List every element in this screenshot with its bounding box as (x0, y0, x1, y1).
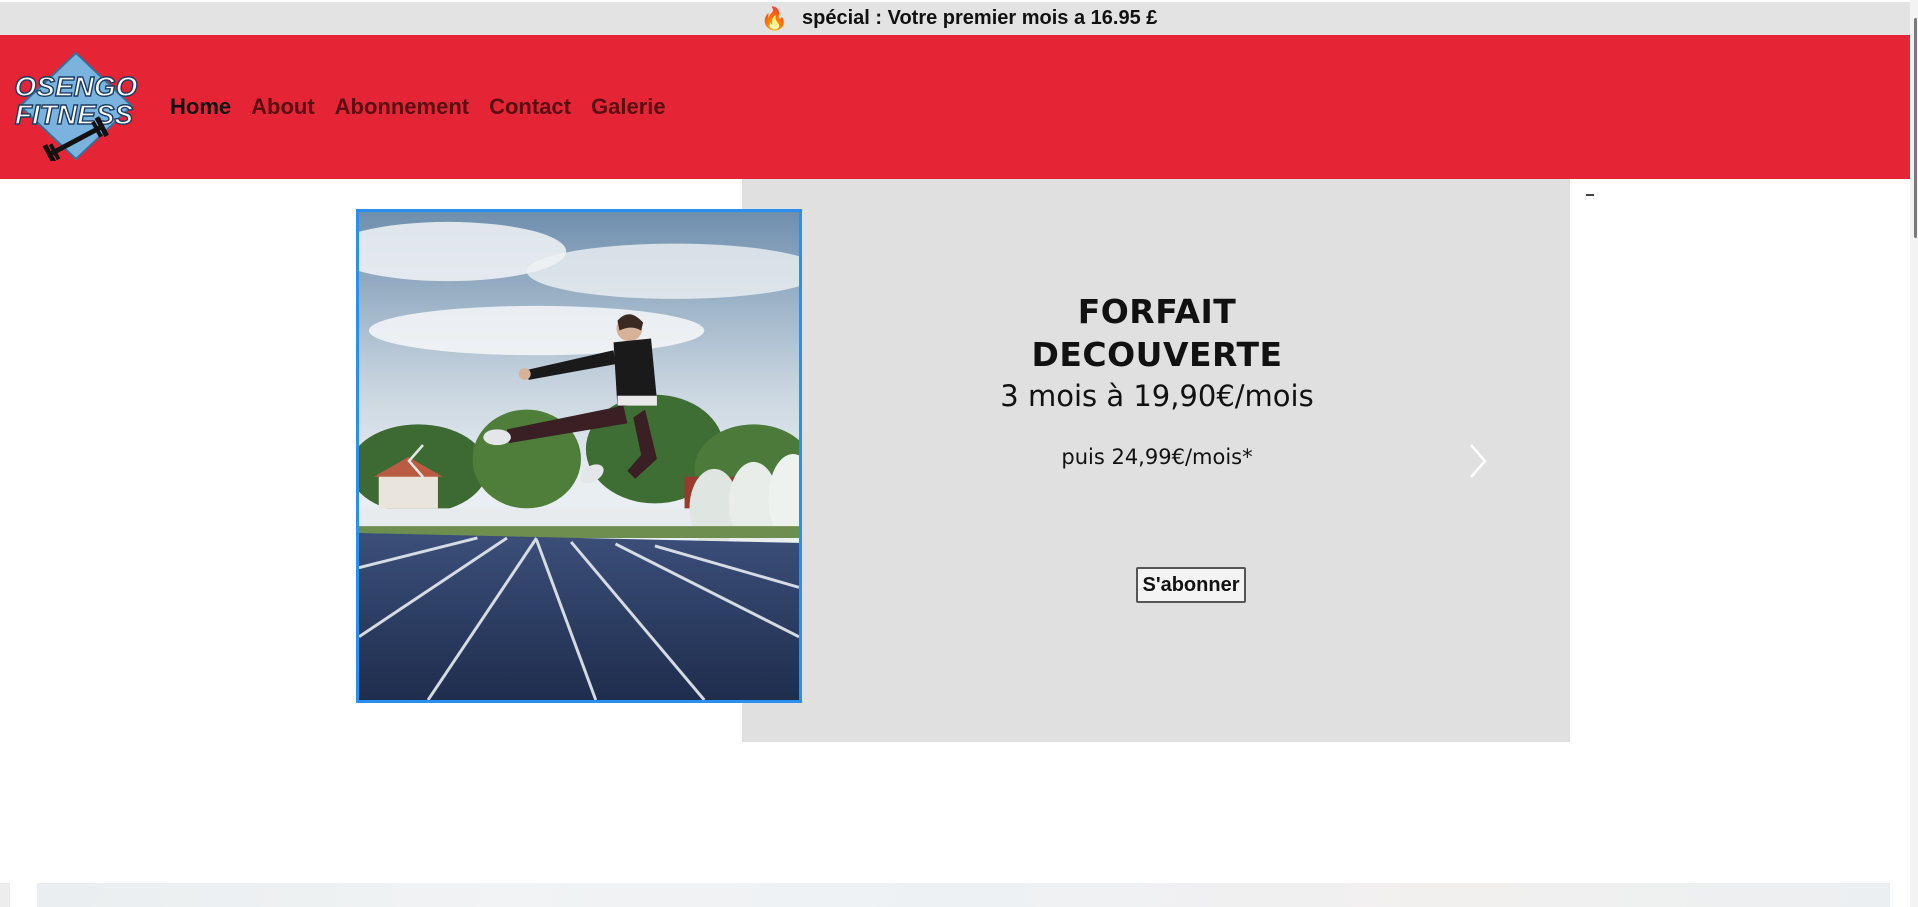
offer-text-block: FORFAIT DECOUVERTE 3 mois à 19,90€/mois … (962, 290, 1352, 470)
page-scrollbar[interactable] (1910, 0, 1918, 907)
nav-galerie[interactable]: Galerie (591, 94, 666, 120)
chevron-left-icon (407, 444, 424, 478)
main-nav: Home About Abonnement Contact Galerie (170, 35, 686, 179)
osengo-fitness-logo[interactable]: OSENGO FITNESS (14, 51, 138, 165)
carousel-prev-button[interactable] (405, 441, 429, 481)
promo-banner: 🔥 spécial : Votre premier mois a 16.95 £ (0, 0, 1918, 35)
next-section-strip (37, 883, 1890, 907)
promo-text: spécial : Votre premier mois a 16.95 £ (802, 7, 1158, 29)
nav-home[interactable]: Home (170, 94, 231, 120)
offer-price: 3 mois à 19,90€/mois (1000, 379, 1314, 413)
nav-about[interactable]: About (251, 94, 315, 120)
offer-title: FORFAIT DECOUVERTE (962, 290, 1352, 376)
offer-title-line2: DECOUVERTE (1031, 335, 1283, 374)
offer-title-line1: FORFAIT (1077, 292, 1237, 331)
offer-after-price: puis 24,99€/mois* (1061, 445, 1253, 469)
logo-text-line2: FITNESS (15, 99, 134, 130)
carousel-next-button[interactable] (1465, 441, 1489, 481)
nav-abonnement[interactable]: Abonnement (335, 94, 469, 120)
fire-icon: 🔥 (760, 5, 789, 31)
nav-contact[interactable]: Contact (489, 94, 571, 120)
subscribe-button[interactable]: S'abonner (1136, 567, 1246, 603)
chevron-right-icon (1470, 444, 1487, 478)
minimize-dash[interactable] (1586, 194, 1594, 196)
site-header: OSENGO FITNESS Home About Abonnement Con… (0, 35, 1918, 179)
bottom-edge (0, 883, 10, 907)
scrollbar-thumb[interactable] (1914, 18, 1917, 238)
logo-text-line1: OSENGO (15, 71, 138, 102)
